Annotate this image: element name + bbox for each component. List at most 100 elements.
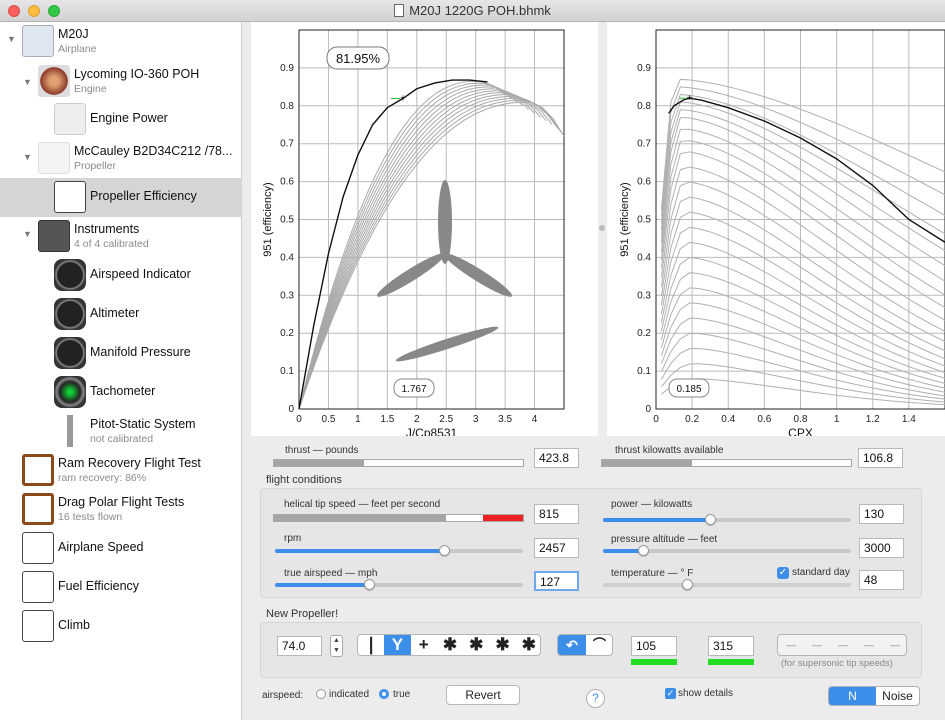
true-airspeed-field[interactable]: 127 xyxy=(534,571,579,591)
efficiency-curve-icon xyxy=(54,181,86,213)
sidebar-item-fuel-efficiency[interactable]: Fuel Efficiency xyxy=(0,568,242,607)
disclosure-triangle-icon[interactable]: ▼ xyxy=(23,229,32,239)
zoom-window-button[interactable] xyxy=(48,5,60,17)
split-handle[interactable] xyxy=(599,225,605,231)
rotate-right-icon[interactable]: ⌒ xyxy=(586,635,613,655)
noise-segment[interactable]: Noise xyxy=(876,687,919,705)
airfoil-option-2-icon[interactable]: ⏤ xyxy=(804,635,830,655)
x-tick-label: 1.5 xyxy=(380,414,394,425)
sidebar-item-title: Engine Power xyxy=(90,111,168,125)
propeller-param-a-field[interactable]: 105 xyxy=(631,636,677,656)
sidebar-item-title: Manifold Pressure xyxy=(90,345,191,359)
y-tick-label: 0 xyxy=(645,404,651,415)
power-field[interactable]: 130 xyxy=(859,504,904,524)
units-toggle[interactable]: N Noise xyxy=(828,686,920,706)
sidebar-item-title: Drag Polar Flight Tests xyxy=(58,495,185,509)
temperature-field[interactable]: 48 xyxy=(859,570,904,590)
blade-count-selector[interactable]: ❘ Y + ✱ ✱ ✱ ✱ xyxy=(357,634,541,656)
rpm-slider-knob[interactable] xyxy=(438,545,450,556)
blade-count-5-icon[interactable]: ✱ xyxy=(437,635,463,655)
y-tick-label: 0.9 xyxy=(280,63,294,74)
airfoil-selector[interactable]: ⏤ ⏤ ⏤ ⏤ ⏤ xyxy=(777,634,907,656)
sidebar-item-climb[interactable]: Climb xyxy=(0,607,242,646)
engine-power-icon xyxy=(54,103,86,135)
true-radio[interactable] xyxy=(379,689,389,699)
sidebar-item-pitot-static-system[interactable]: Pitot-Static System not calibrated xyxy=(0,412,242,451)
cpx-chart[interactable]: 0 0.2 0.4 0.6 0.8 1 1.2 1.4 0 0.1 0.2 0.3 0.4 0.5 0.6 0… xyxy=(607,22,945,440)
true-airspeed-slider[interactable] xyxy=(275,579,523,590)
airplane-icon xyxy=(22,25,54,57)
sidebar-item-propeller-efficiency[interactable]: Propeller Efficiency xyxy=(0,178,242,217)
title-bar: M20J 1220G POH.bhmk xyxy=(0,0,945,22)
clipboard-icon xyxy=(22,454,54,486)
blade-count-4-icon[interactable]: + xyxy=(411,635,437,655)
diameter-stepper[interactable]: ▲ ▼ xyxy=(330,635,343,657)
sidebar-item-instruments[interactable]: ▼ Instruments 4 of 4 calibrated xyxy=(0,217,242,256)
blade-count-7-icon[interactable]: ✱ xyxy=(489,635,515,655)
close-window-button[interactable] xyxy=(8,5,20,17)
propeller-param-b-indicator xyxy=(708,659,754,665)
n-segment[interactable]: N xyxy=(829,687,876,705)
help-button[interactable]: ? xyxy=(586,689,605,708)
temperature-slider[interactable] xyxy=(603,579,851,590)
minimize-window-button[interactable] xyxy=(28,5,40,17)
efficiency-chart[interactable]: 0 0.5 1 1.5 2 2.5 3 3.5 4 0 0.1 0.2 0.3 0.4 0.5 0.6 0.7 0… xyxy=(251,22,598,440)
x-tick-label: 1.2 xyxy=(866,414,880,425)
pressure-altitude-slider[interactable] xyxy=(603,545,851,556)
blade-count-1-icon[interactable]: ❘ xyxy=(358,635,384,655)
power-slider-knob[interactable] xyxy=(704,514,716,525)
power-slider[interactable] xyxy=(603,514,851,525)
sidebar-item-mccauley-b2d34c212-78[interactable]: ▼ McCauley B2D34C212 /78... Propeller xyxy=(0,139,242,178)
airfoil-option-4-icon[interactable]: ⏤ xyxy=(856,635,882,655)
blade-count-3-icon[interactable]: Y xyxy=(384,635,411,655)
pressure-altitude-field[interactable]: 3000 xyxy=(859,538,904,558)
disclosure-triangle-icon[interactable]: ▼ xyxy=(7,34,16,44)
sidebar-item-subtitle: Propeller xyxy=(74,160,117,172)
sidebar-item-airplane-speed[interactable]: Airplane Speed xyxy=(0,529,242,568)
standard-day-checkbox[interactable]: ✓ xyxy=(777,567,789,579)
x-tick-label: 1 xyxy=(834,414,840,425)
rotate-left-icon[interactable]: ↶ xyxy=(558,635,586,655)
tip-speed-value: 815 xyxy=(534,504,579,524)
selected-efficiency-curve xyxy=(298,79,488,410)
airfoil-option-1-icon[interactable]: ⏤ xyxy=(778,635,804,655)
altimeter-gauge-icon xyxy=(54,298,86,330)
sidebar-item-engine-power[interactable]: Engine Power xyxy=(0,100,242,139)
rpm-slider-fill xyxy=(275,549,444,553)
blade-count-6-icon[interactable]: ✱ xyxy=(463,635,489,655)
thrust-bar-fill xyxy=(274,460,364,466)
cursor-x-badge: 0.185 xyxy=(676,384,701,395)
disclosure-triangle-icon[interactable]: ▼ xyxy=(23,77,32,87)
airfoil-option-3-icon[interactable]: ⏤ xyxy=(830,635,856,655)
rpm-field[interactable]: 2457 xyxy=(534,538,579,558)
sidebar-item-tachometer[interactable]: Tachometer xyxy=(0,373,242,412)
family-curve xyxy=(298,97,559,410)
y-tick-label: 0.1 xyxy=(280,366,294,377)
disclosure-triangle-icon[interactable]: ▼ xyxy=(23,152,32,162)
indicated-radio[interactable] xyxy=(316,689,326,699)
rotation-direction-selector[interactable]: ↶ ⌒ xyxy=(557,634,613,656)
rpm-slider[interactable] xyxy=(275,545,523,556)
tip-speed-bar xyxy=(273,514,524,522)
sidebar-item-altimeter[interactable]: Altimeter xyxy=(0,295,242,334)
show-details-checkbox[interactable]: ✓ xyxy=(665,688,676,699)
family-curve xyxy=(660,226,945,360)
pressure-altitude-slider-knob[interactable] xyxy=(637,545,649,556)
sidebar-item-drag-polar-flight-tests[interactable]: Drag Polar Flight Tests 16 tests flown xyxy=(0,490,242,529)
sidebar-item-lycoming-io-360-poh[interactable]: ▼ Lycoming IO-360 POH Engine xyxy=(0,62,242,101)
sidebar-item-manifold-pressure[interactable]: Manifold Pressure xyxy=(0,334,242,373)
thrust-label: thrust — pounds xyxy=(285,445,359,456)
sidebar-item-ram-recovery-flight-test[interactable]: Ram Recovery Flight Test ram recovery: 86… xyxy=(0,451,242,490)
revert-button[interactable]: Revert xyxy=(446,685,520,705)
propeller-param-b-field[interactable]: 315 xyxy=(708,636,754,656)
sidebar-item-m20j[interactable]: ▼ M20J Airplane xyxy=(0,22,242,61)
operating-point-marker: + xyxy=(400,93,406,104)
sidebar-item-title: Climb xyxy=(58,618,90,632)
y-tick-label: 0.2 xyxy=(637,328,651,339)
diameter-field[interactable]: 74.0 xyxy=(277,636,322,656)
sidebar-item-airspeed-indicator[interactable]: Airspeed Indicator xyxy=(0,256,242,295)
blade-count-8-icon[interactable]: ✱ xyxy=(516,635,542,655)
propeller-param-a-indicator xyxy=(631,659,677,665)
rpm-label: rpm xyxy=(284,533,302,544)
airfoil-option-5-icon[interactable]: ⏤ xyxy=(882,635,908,655)
